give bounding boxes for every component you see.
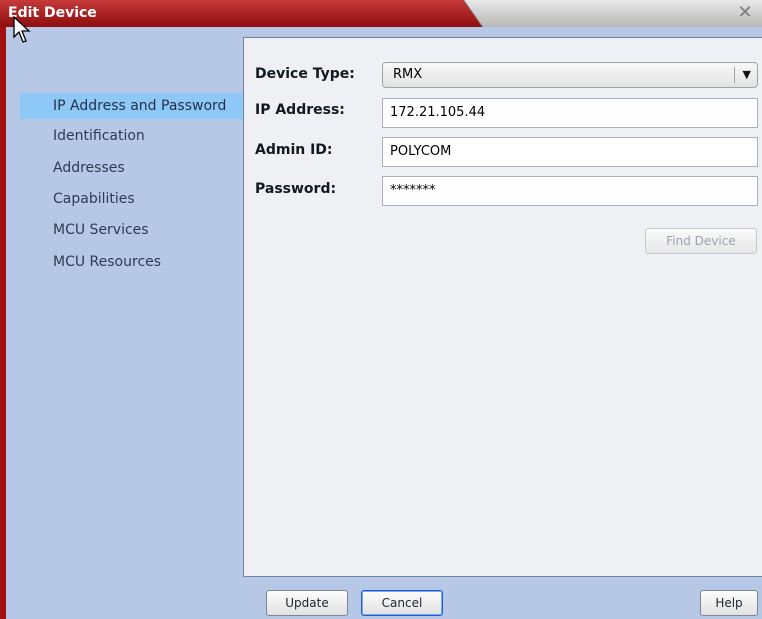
sidebar-item-addresses[interactable]: Addresses	[20, 155, 246, 181]
sidebar-item-mcu-resources[interactable]: MCU Resources	[20, 249, 246, 275]
ip-address-input[interactable]: 172.21.105.44	[382, 98, 758, 128]
admin-id-label: Admin ID:	[255, 142, 333, 158]
window-left-border	[0, 27, 6, 619]
title-bar[interactable]: Edit Device ✕	[0, 0, 762, 27]
mouse-cursor-icon	[13, 16, 31, 43]
sidebar-item-ip-address-and-password[interactable]: IP Address and Password	[20, 93, 246, 119]
device-type-value: RMX	[393, 67, 423, 82]
password-label: Password:	[255, 181, 337, 197]
find-device-button[interactable]: Find Device	[645, 228, 757, 254]
close-icon[interactable]: ✕	[736, 3, 754, 23]
dropdown-separator	[734, 67, 735, 83]
sidebar-item-mcu-services[interactable]: MCU Services	[20, 217, 246, 243]
sidebar-nav: IP Address and Password Identification A…	[10, 27, 246, 587]
device-type-select[interactable]: RMX ▼	[382, 62, 758, 88]
ip-address-label: IP Address:	[255, 102, 345, 118]
sidebar-item-identification[interactable]: Identification	[20, 123, 246, 149]
device-type-label: Device Type:	[255, 66, 355, 82]
sidebar-item-capabilities[interactable]: Capabilities	[20, 186, 246, 212]
admin-id-input[interactable]: POLYCOM	[382, 137, 758, 167]
password-input[interactable]: *******	[382, 176, 758, 206]
update-button[interactable]: Update	[266, 590, 348, 616]
cancel-button[interactable]: Cancel	[361, 590, 443, 616]
chevron-down-icon[interactable]: ▼	[743, 63, 751, 87]
title-bar-tab	[463, 0, 762, 27]
help-button[interactable]: Help	[700, 590, 758, 616]
